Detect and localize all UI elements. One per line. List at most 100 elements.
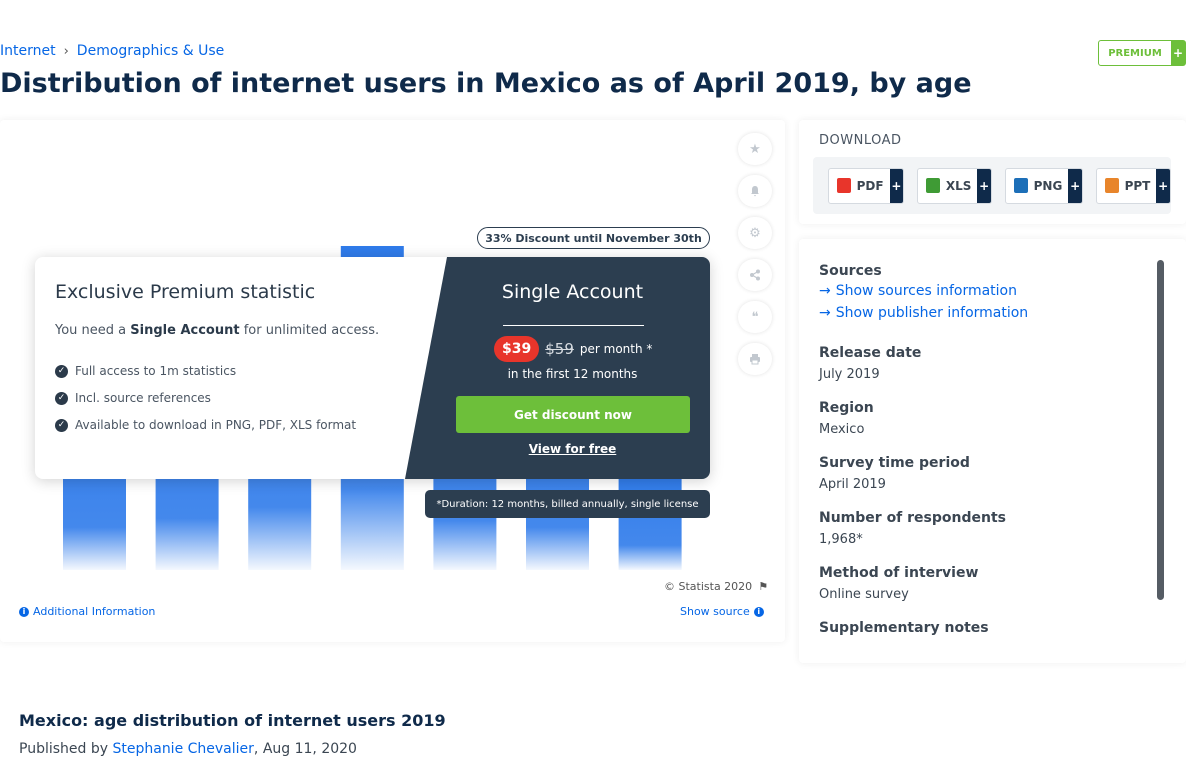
premium-label: PREMIUM — [1108, 47, 1162, 59]
download-label: PPT — [1124, 178, 1151, 193]
check-icon: ✓ — [55, 391, 68, 405]
sources-title: Sources — [819, 263, 882, 279]
download-png-button[interactable]: PNG + — [1005, 167, 1083, 204]
survey-period-title: Survey time period — [819, 455, 970, 471]
plus-icon: + — [1171, 41, 1185, 65]
download-label: PDF — [856, 178, 884, 193]
feature-item: ✓ Incl. source references — [55, 391, 211, 405]
additional-info-label: Additional Information — [33, 605, 156, 618]
respondents-section: Number of respondents 1,968* — [819, 510, 1006, 547]
price-per: per month * — [579, 342, 653, 356]
region-title: Region — [819, 400, 874, 416]
star-icon[interactable]: ★ — [738, 133, 772, 165]
download-buttons: PDF + XLS + PNG + PPT + — [813, 157, 1171, 214]
discount-badge: 33% Discount until November 30th — [477, 227, 710, 249]
breadcrumb-separator: › — [63, 43, 69, 59]
flag-icon[interactable]: ⚑ — [758, 580, 768, 593]
publish-date: , Aug 11, 2020 — [253, 741, 357, 757]
bell-icon[interactable] — [738, 175, 772, 207]
release-date-value: July 2019 — [819, 367, 880, 382]
feature-item: ✓ Available to download in PNG, PDF, XLS… — [55, 418, 356, 432]
need-prefix: You need a — [55, 323, 127, 338]
premium-button[interactable]: PREMIUM + — [1098, 40, 1186, 66]
plus-icon: + — [1156, 168, 1170, 203]
method-title: Method of interview — [819, 565, 979, 581]
arrow-right-icon: → — [819, 305, 831, 321]
download-title: DOWNLOAD — [819, 133, 902, 148]
info-icon: i — [753, 606, 764, 617]
first-months-text: in the first 12 months — [507, 367, 638, 381]
respondents-title: Number of respondents — [819, 510, 1006, 526]
plus-icon: + — [1068, 168, 1082, 203]
author-link[interactable]: Stephanie Chevalier — [112, 741, 253, 757]
breadcrumb-item-demographics[interactable]: Demographics & Use — [77, 43, 224, 59]
plus-icon: + — [977, 168, 991, 203]
download-label: XLS — [945, 178, 972, 193]
region-value: Mexico — [819, 422, 865, 437]
copyright-text: © Statista 2020 — [664, 580, 753, 593]
breadcrumb-item-internet[interactable]: Internet — [0, 43, 56, 59]
gear-icon[interactable]: ⚙ — [738, 217, 772, 249]
show-publisher-label: Show publisher information — [835, 305, 1029, 321]
additional-info-link[interactable]: i Additional Information — [19, 605, 155, 618]
download-card: DOWNLOAD PDF + XLS + PNG + PPT + — [799, 120, 1186, 224]
account-title: Single Account — [501, 281, 644, 303]
page-title: Distribution of internet users in Mexico… — [0, 68, 972, 99]
published-by: Published by Stephanie Chevalier, Aug 11… — [19, 741, 357, 757]
feature-label: Available to download in PNG, PDF, XLS f… — [75, 418, 357, 432]
price-new: $39 — [494, 336, 540, 362]
duration-note: *Duration: 12 months, billed annually, s… — [425, 490, 710, 518]
release-date-title: Release date — [819, 345, 922, 361]
notes-title: Supplementary notes — [819, 620, 989, 636]
chart-toolbar: ★ ⚙ ❝ — [738, 133, 772, 375]
check-icon: ✓ — [55, 418, 68, 432]
notes-section: Supplementary notes — [819, 620, 989, 636]
need-bold: Single Account — [130, 323, 240, 338]
share-icon[interactable] — [738, 259, 772, 291]
download-label: PNG — [1033, 178, 1063, 193]
arrow-right-icon: → — [819, 283, 831, 299]
show-source-link[interactable]: Show source i — [680, 605, 764, 618]
paywall-overlay: Exclusive Premium statistic You need a S… — [35, 257, 710, 479]
survey-period-value: April 2019 — [819, 477, 886, 492]
download-xls-button[interactable]: XLS + — [917, 167, 993, 204]
feature-label: Full access to 1m statistics — [75, 364, 237, 378]
show-publisher-link[interactable]: → Show publisher information — [819, 305, 1028, 321]
divider — [503, 325, 644, 326]
meta-card: Sources → Show sources information → Sho… — [799, 239, 1186, 663]
feature-item: ✓ Full access to 1m statistics — [55, 364, 236, 378]
copyright: © Statista 2020 ⚑ — [664, 580, 768, 593]
png-icon — [1014, 178, 1028, 193]
get-discount-button[interactable]: Get discount now — [456, 396, 690, 433]
feature-label: Incl. source references — [75, 391, 211, 405]
info-icon: i — [19, 606, 29, 617]
download-ppt-button[interactable]: PPT + — [1095, 167, 1171, 204]
ppt-icon — [1104, 178, 1119, 193]
check-icon: ✓ — [55, 364, 68, 378]
plus-icon: + — [889, 168, 904, 203]
need-suffix: for unlimited access. — [243, 323, 380, 338]
xls-icon — [926, 178, 940, 193]
price-old: $59 — [545, 340, 574, 358]
quote-icon[interactable]: ❝ — [738, 301, 772, 333]
published-by-label: Published by — [19, 741, 109, 757]
paywall-need-text: You need a Single Account for unlimited … — [55, 323, 379, 338]
chart-card: ★ ⚙ ❝ 33% Discount until November 30th E… — [0, 120, 785, 642]
pdf-icon — [837, 178, 851, 193]
print-icon[interactable] — [738, 343, 772, 375]
download-pdf-button[interactable]: PDF + — [828, 167, 905, 204]
show-sources-link[interactable]: → Show sources information — [819, 283, 1028, 299]
meta-scrollbar[interactable] — [1157, 260, 1164, 600]
respondents-value: 1,968* — [819, 532, 863, 547]
article-title: Mexico: age distribution of internet use… — [19, 711, 446, 730]
breadcrumb: Internet › Demographics & Use — [0, 43, 224, 59]
method-value: Online survey — [819, 587, 909, 602]
release-date-section: Release date July 2019 — [819, 345, 921, 382]
price-row: $39 $59 per month * — [494, 336, 652, 362]
paywall-title: Exclusive Premium statistic — [55, 281, 316, 303]
survey-period-section: Survey time period April 2019 — [819, 455, 970, 492]
bar-6 — [618, 471, 682, 570]
view-free-link[interactable]: View for free — [435, 442, 710, 456]
sources-section: Sources → Show sources information → Sho… — [819, 263, 1028, 321]
method-section: Method of interview Online survey — [819, 565, 978, 602]
